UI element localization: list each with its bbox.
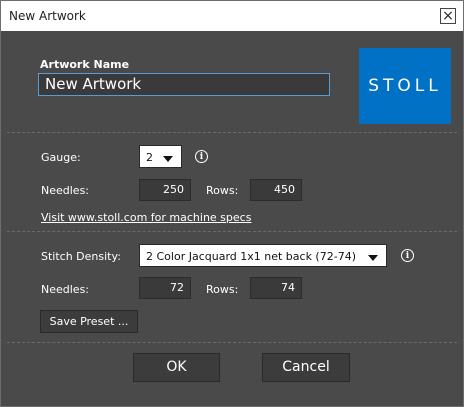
artwork-name-input[interactable]: New Artwork: [38, 73, 330, 96]
stoll-logo-text: STOLL: [368, 76, 442, 96]
needles-label: Needles:: [41, 184, 90, 197]
gauge-info-icon[interactable]: i: [195, 150, 208, 163]
stoll-specs-link[interactable]: Visit www.stoll.com for machine specs: [41, 211, 251, 224]
density-rows-label: Rows:: [206, 283, 239, 296]
window-title: New Artwork: [9, 9, 86, 23]
stitch-density-value: 2 Color Jacquard 1x1 net back (72-74): [146, 250, 356, 263]
separator: [7, 342, 457, 343]
separator: [7, 132, 457, 133]
chevron-down-icon: [368, 255, 378, 261]
gauge-dropdown[interactable]: 2: [139, 145, 182, 168]
density-rows-field[interactable]: 74: [250, 277, 302, 299]
save-preset-button[interactable]: Save Preset ...: [40, 310, 138, 333]
chevron-down-icon: [163, 156, 173, 162]
rows-label: Rows:: [206, 184, 239, 197]
artwork-name-label: Artwork Name: [40, 58, 130, 71]
stitch-density-info-icon[interactable]: i: [401, 249, 414, 262]
gauge-label: Gauge:: [41, 151, 81, 164]
gauge-value: 2: [146, 151, 153, 164]
needles-field[interactable]: 250: [139, 179, 191, 201]
density-needles-label: Needles:: [41, 283, 90, 296]
ok-button[interactable]: OK: [133, 353, 220, 382]
stoll-logo: STOLL: [359, 48, 451, 124]
separator: [7, 231, 457, 232]
title-bar[interactable]: New Artwork ×: [1, 1, 463, 31]
stitch-density-label: Stitch Density:: [41, 250, 121, 263]
stitch-density-dropdown[interactable]: 2 Color Jacquard 1x1 net back (72-74): [139, 244, 387, 267]
dialog-body: Artwork Name New Artwork STOLL Gauge: 2 …: [7, 31, 457, 400]
new-artwork-dialog: New Artwork × Artwork Name New Artwork S…: [0, 0, 464, 407]
density-needles-field[interactable]: 72: [139, 277, 191, 299]
rows-field[interactable]: 450: [250, 179, 302, 201]
cancel-button[interactable]: Cancel: [262, 353, 350, 382]
close-icon[interactable]: ×: [440, 8, 456, 24]
